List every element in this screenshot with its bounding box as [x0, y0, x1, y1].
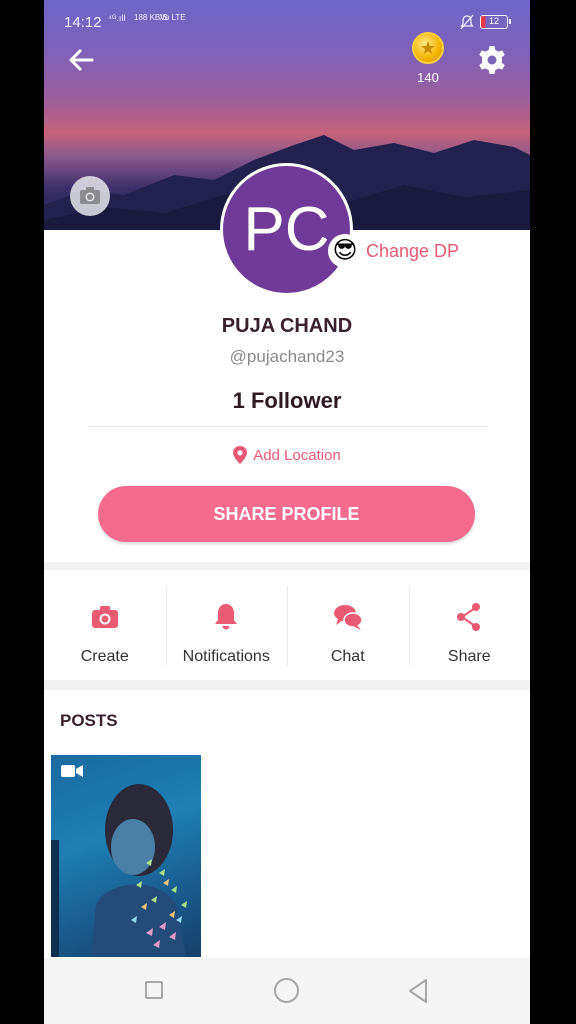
action-label: Notifications — [182, 648, 270, 665]
system-nav-bar — [44, 958, 530, 1024]
gear-icon[interactable] — [476, 44, 508, 76]
home-button[interactable] — [274, 978, 299, 1003]
change-dp-button[interactable]: 😎 Change DP — [328, 233, 459, 269]
action-create[interactable]: Create — [44, 570, 166, 680]
muted-bell-icon — [460, 14, 474, 30]
add-location-label: Add Location — [253, 446, 341, 464]
profile-handle: @pujachand23 — [229, 347, 345, 366]
action-label: Chat — [330, 648, 365, 665]
video-camera-icon — [61, 765, 83, 777]
battery-indicator: 12 — [480, 15, 511, 29]
camera-icon — [91, 606, 118, 628]
action-chat[interactable]: Chat — [287, 570, 409, 680]
bell-icon — [215, 604, 238, 630]
avatar[interactable]: PC — [220, 163, 353, 296]
volte-indicator: Vo LTE — [160, 13, 186, 22]
profile-screen: 14:12 ⁴ᴳ.ıll 188 KB/S Vo LTE 12 ★ 140 PC… — [44, 0, 530, 1024]
coin-count: 140 — [417, 70, 439, 85]
camera-icon — [80, 187, 100, 204]
chat-bubbles-icon — [333, 605, 363, 630]
status-time: 14:12 — [64, 14, 102, 31]
avatar-initials: PC — [243, 195, 330, 264]
action-label: Share — [447, 648, 491, 665]
status-bar: 14:12 ⁴ᴳ.ıll 188 KB/S Vo LTE 12 — [44, 0, 530, 44]
sunglasses-emoji-icon: 😎 — [328, 234, 362, 268]
location-pin-icon — [233, 446, 248, 464]
nav-back-button[interactable] — [406, 978, 430, 1004]
action-share[interactable]: Share — [408, 570, 531, 680]
share-icon — [457, 603, 481, 631]
section-divider — [44, 680, 530, 690]
share-profile-button[interactable]: SHARE PROFILE — [98, 486, 475, 542]
section-divider — [44, 562, 530, 570]
follower-count[interactable]: 1 Follower — [44, 388, 530, 414]
post-preview-image — [51, 784, 187, 957]
recent-apps-button[interactable] — [145, 981, 163, 999]
action-notifications[interactable]: Notifications — [165, 570, 288, 680]
back-arrow-icon[interactable] — [64, 44, 100, 76]
action-bar: Create Notifications Chat Share — [44, 570, 530, 680]
post-thumbnail[interactable] — [51, 755, 201, 957]
divider — [88, 426, 488, 427]
cover-camera-button[interactable] — [70, 176, 110, 216]
add-location-link[interactable]: Add Location — [44, 446, 530, 464]
action-label: Create — [80, 648, 129, 665]
signal-icon: ⁴ᴳ.ıll — [108, 13, 126, 23]
coin-balance-button[interactable]: ★ — [412, 32, 444, 64]
profile-name: PUJA CHAND — [221, 315, 353, 337]
change-dp-label: Change DP — [366, 240, 460, 261]
coin-star-icon: ★ — [419, 38, 437, 58]
posts-heading: POSTS — [60, 711, 118, 730]
